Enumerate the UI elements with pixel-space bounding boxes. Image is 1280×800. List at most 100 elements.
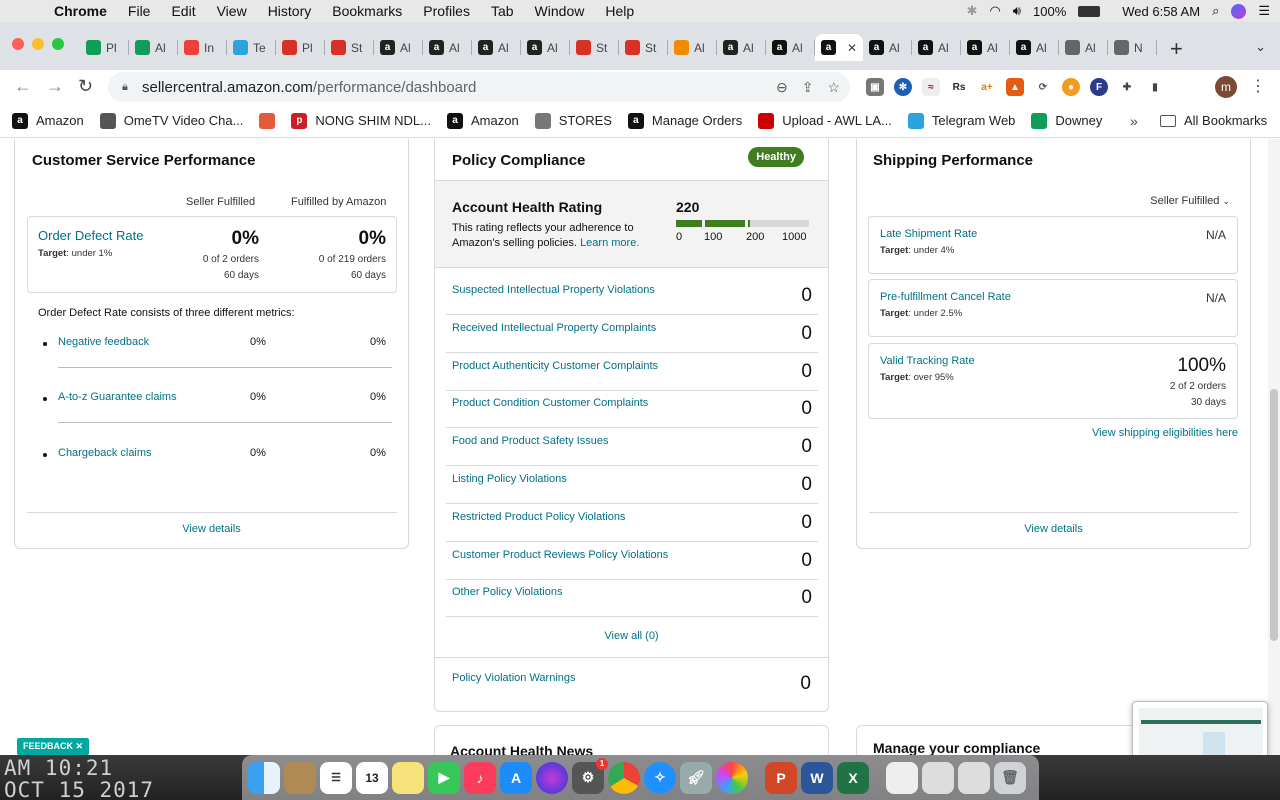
violation-link[interactable]: Customer Product Reviews Policy Violatio…: [452, 549, 668, 561]
shipping-eligibilities-link[interactable]: View shipping eligibilities here: [1092, 427, 1238, 439]
tab[interactable]: a Al: [521, 34, 570, 61]
tab[interactable]: Al: [668, 34, 717, 61]
bookmark-item[interactable]: Telegram Web: [907, 112, 1015, 129]
screenshot-stack-icon[interactable]: [922, 761, 954, 794]
lock-icon[interactable]: 🔒︎: [122, 81, 134, 93]
share-icon[interactable]: ⇪: [802, 79, 814, 96]
violation-link[interactable]: Restricted Product Policy Violations: [452, 511, 625, 523]
violation-link[interactable]: Product Condition Customer Complaints: [452, 397, 648, 409]
policy-warnings-link[interactable]: Policy Violation Warnings: [452, 672, 576, 684]
notes-archive-icon[interactable]: [284, 761, 316, 794]
metric-label[interactable]: Chargeback claims: [58, 447, 152, 459]
valid-tracking-link[interactable]: Valid Tracking Rate: [880, 355, 975, 367]
tab-active[interactable]: a ✕: [815, 34, 863, 61]
back-button[interactable]: ←: [14, 76, 32, 97]
reload-button[interactable]: ↻: [78, 76, 93, 97]
downloads-stack-icon[interactable]: [958, 761, 990, 794]
menu-file[interactable]: File: [128, 3, 151, 19]
excel-icon[interactable]: X: [837, 761, 869, 794]
bookmark-star-icon[interactable]: ☆: [827, 79, 840, 96]
tab[interactable]: Al: [1059, 34, 1108, 61]
violation-link[interactable]: Received Intellectual Property Complaint…: [452, 322, 656, 334]
f-extension-icon[interactable]: F: [1090, 78, 1108, 96]
violation-link[interactable]: Product Authenticity Customer Complaints: [452, 360, 658, 372]
cancel-rate-link[interactable]: Pre-fulfillment Cancel Rate: [880, 291, 1011, 303]
address-bar[interactable]: 🔒︎ sellercentral.amazon.com/performance/…: [108, 72, 850, 102]
music-icon[interactable]: ♪: [464, 761, 496, 794]
menubar-clock[interactable]: Wed 6:58 AM: [1122, 4, 1200, 19]
honey-extension-icon[interactable]: ▣: [866, 78, 884, 96]
violation-link[interactable]: Other Policy Violations: [452, 586, 562, 598]
menu-bookmarks[interactable]: Bookmarks: [332, 3, 402, 19]
feedback-button[interactable]: FEEDBACK ✕: [17, 738, 90, 755]
bookmark-item[interactable]: a Manage Orders: [627, 112, 742, 129]
extensions-puzzle-icon[interactable]: ✚: [1118, 78, 1136, 96]
odr-link[interactable]: Order Defect Rate: [38, 228, 144, 243]
forward-button[interactable]: →: [46, 76, 64, 97]
menu-edit[interactable]: Edit: [171, 3, 195, 19]
tab[interactable]: St: [619, 34, 668, 61]
trash-icon[interactable]: 🗑︎: [994, 761, 1026, 794]
menu-view[interactable]: View: [217, 3, 247, 19]
tab-search-icon[interactable]: ⌄: [1255, 39, 1266, 55]
bookmark-item[interactable]: Upload - AWL LA...: [758, 112, 892, 129]
learn-more-link[interactable]: Learn more.: [580, 237, 639, 249]
wifi-icon[interactable]: ◠: [989, 3, 1000, 19]
tab[interactable]: a Al: [374, 34, 423, 61]
sp-filter-dropdown[interactable]: Seller Fulfilled ⌄: [1150, 195, 1230, 207]
battery-percent[interactable]: 100%: [1033, 4, 1066, 19]
tab[interactable]: a Al: [961, 34, 1010, 61]
orange-extension-icon[interactable]: ●: [1062, 78, 1080, 96]
tab[interactable]: Pl: [276, 34, 325, 61]
siri-icon[interactable]: [1231, 3, 1247, 19]
tab[interactable]: a Al: [1010, 34, 1059, 61]
tab[interactable]: a Al: [472, 34, 521, 61]
bookmark-item[interactable]: a Amazon: [447, 112, 519, 129]
tab[interactable]: Te: [227, 34, 276, 61]
tab[interactable]: a Al: [717, 34, 766, 61]
menu-app-name[interactable]: Chrome: [54, 3, 107, 19]
word-icon[interactable]: W: [801, 761, 833, 794]
violation-link[interactable]: Suspected Intellectual Property Violatio…: [452, 284, 655, 296]
sidepanel-icon[interactable]: ▮: [1146, 78, 1164, 96]
tab[interactable]: St: [570, 34, 619, 61]
close-tab-icon[interactable]: ✕: [847, 41, 857, 55]
view-all-violations-link[interactable]: View all (0): [435, 630, 828, 642]
bookmark-item[interactable]: p NONG SHIM NDL...: [291, 112, 431, 129]
tab[interactable]: In: [178, 34, 227, 61]
tab[interactable]: a Al: [863, 34, 912, 61]
minimize-window-button[interactable]: [32, 38, 44, 50]
chrome-menu-icon[interactable]: ⋮: [1250, 76, 1266, 96]
blue-extension-icon[interactable]: ✻: [894, 78, 912, 96]
new-tab-button[interactable]: +: [1170, 36, 1183, 62]
tab[interactable]: Pl: [80, 34, 129, 61]
csp-view-details-link[interactable]: View details: [15, 523, 408, 535]
menu-window[interactable]: Window: [535, 3, 585, 19]
system-preferences-icon[interactable]: ⚙ 1: [572, 757, 608, 794]
tab[interactable]: a Al: [912, 34, 961, 61]
chrome-dock-icon[interactable]: [608, 761, 640, 794]
calendar-icon[interactable]: 13: [356, 761, 388, 794]
bluetooth-icon[interactable]: ✱: [967, 3, 978, 19]
menu-history[interactable]: History: [268, 3, 312, 19]
finder-icon[interactable]: [248, 761, 280, 794]
amazon-assistant-icon[interactable]: a+: [978, 78, 996, 96]
zoom-window-button[interactable]: [52, 38, 64, 50]
stickies-icon[interactable]: [392, 761, 424, 794]
facetime-icon[interactable]: ▶: [428, 761, 460, 794]
menu-profiles[interactable]: Profiles: [423, 3, 470, 19]
volume-icon[interactable]: 🔊︎: [1013, 3, 1021, 19]
control-center-icon[interactable]: ☰: [1258, 3, 1270, 19]
siri-dock-icon[interactable]: [536, 761, 568, 794]
tab[interactable]: St: [325, 34, 374, 61]
late-shipment-link[interactable]: Late Shipment Rate: [880, 228, 977, 240]
battery-icon[interactable]: [1078, 5, 1101, 17]
profile-avatar[interactable]: m: [1215, 76, 1237, 98]
bookmark-item[interactable]: OmeTV Video Cha...: [99, 112, 243, 129]
scrollbar-thumb[interactable]: [1270, 389, 1278, 641]
tab[interactable]: N: [1108, 34, 1157, 61]
document-stack-icon[interactable]: [886, 761, 918, 794]
powerpoint-icon[interactable]: P: [765, 761, 797, 794]
app-store-icon[interactable]: A: [500, 761, 532, 794]
sp-view-details-link[interactable]: View details: [857, 523, 1250, 535]
